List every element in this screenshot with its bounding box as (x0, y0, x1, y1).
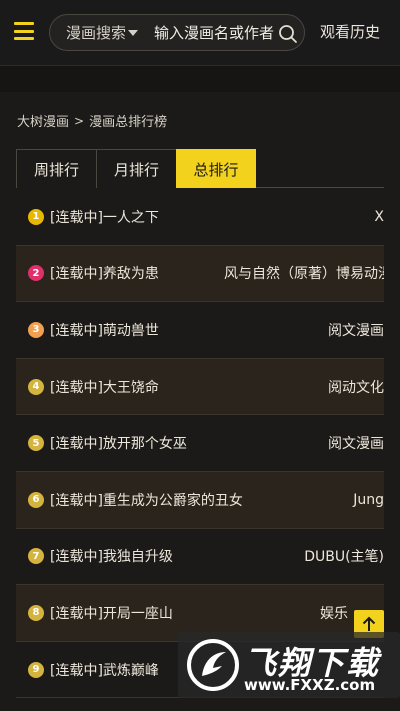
comic-author: 风与自然（原著）博易动漫 (224, 266, 384, 283)
comic-author: 阅文漫画 (328, 322, 384, 339)
top-bar: 漫画搜索 观看历史 (0, 0, 400, 66)
list-item[interactable]: 5 [连载中]放开那个女巫 阅文漫画 (16, 415, 384, 472)
comic-title[interactable]: [连载中]养敌为患 (50, 263, 159, 283)
rank-badge: 9 (28, 661, 44, 678)
comic-author: 娱乐 (320, 605, 348, 622)
comic-title[interactable]: [连载中]我独自升级 (50, 546, 173, 566)
comic-title[interactable]: [连载中]武炼巅峰 (50, 660, 159, 680)
menu-icon[interactable] (14, 22, 34, 40)
breadcrumb-current: 漫画总排行榜 (89, 115, 168, 130)
comic-title[interactable]: [连载中]大王饶命 (50, 377, 159, 397)
comic-title[interactable]: [连载中]放开那个女巫 (50, 433, 187, 453)
search-type-label: 漫画搜索 (66, 24, 127, 42)
breadcrumb-separator: > (74, 113, 85, 128)
caret-down-icon (128, 29, 139, 36)
ranking-list: 1 [连载中]一人之下 X 2 [连载中]养敌为患 风与自然（原著）博易动漫 3… (16, 189, 384, 699)
list-item[interactable]: 1 [连载中]一人之下 X (16, 189, 384, 246)
breadcrumb-home[interactable]: 大树漫画 (17, 111, 69, 130)
rank-badge: 6 (28, 491, 44, 508)
comic-author: 阅动文化 (328, 379, 384, 396)
comic-title[interactable]: [连载中]重生成为公爵家的丑女 (50, 490, 243, 510)
tab-weekly[interactable]: 周排行 (16, 149, 97, 188)
rank-badge: 7 (28, 548, 44, 565)
rank-badge: 1 (28, 208, 44, 225)
comic-title[interactable]: [连载中]开局一座山 (50, 603, 173, 623)
comic-title[interactable]: [连载中]萌动兽世 (50, 320, 159, 340)
search-input[interactable] (154, 23, 281, 42)
rank-badge: 8 (28, 604, 44, 621)
rank-badge: 5 (28, 435, 44, 452)
comic-author: Jung (353, 491, 384, 508)
header-divider (0, 66, 400, 92)
tab-monthly[interactable]: 月排行 (96, 149, 177, 188)
list-item[interactable]: 2 [连载中]养敌为患 风与自然（原著）博易动漫 (16, 245, 384, 303)
rank-badge: 4 (28, 378, 44, 395)
comic-author: 阅文漫画 (328, 436, 384, 453)
rank-badge: 2 (28, 265, 44, 282)
ranking-tabs: 周排行 月排行 总排行 (16, 149, 384, 188)
tab-total[interactable]: 总排行 (176, 149, 256, 188)
arrow-up-icon (362, 616, 376, 631)
search-type-dropdown[interactable]: 漫画搜索 (66, 22, 139, 43)
search-icon[interactable] (278, 24, 298, 44)
rank-badge: 3 (28, 321, 44, 338)
comic-author: X (374, 208, 384, 225)
comic-title[interactable]: [连载中]一人之下 (50, 207, 159, 227)
comic-author: DUBU(主笔) (304, 549, 384, 566)
search-box: 漫画搜索 (49, 14, 305, 51)
watermark-url: www.FXXZ.com (244, 676, 376, 694)
breadcrumb: 大树漫画 > 漫画总排行榜 (17, 111, 168, 131)
list-item[interactable]: 4 [连载中]大王饶命 阅动文化 (16, 358, 384, 416)
fxxz-logo-icon (187, 639, 239, 691)
list-item[interactable]: 7 [连载中]我独自升级 DUBU(主笔) (16, 529, 384, 586)
list-item[interactable]: 6 [连载中]重生成为公爵家的丑女 Jung (16, 471, 384, 529)
watermark: 飞翔下载 www.FXXZ.com (178, 632, 400, 698)
history-link[interactable]: 观看历史 (320, 21, 380, 42)
list-item[interactable]: 3 [连载中]萌动兽世 阅文漫画 (16, 302, 384, 359)
